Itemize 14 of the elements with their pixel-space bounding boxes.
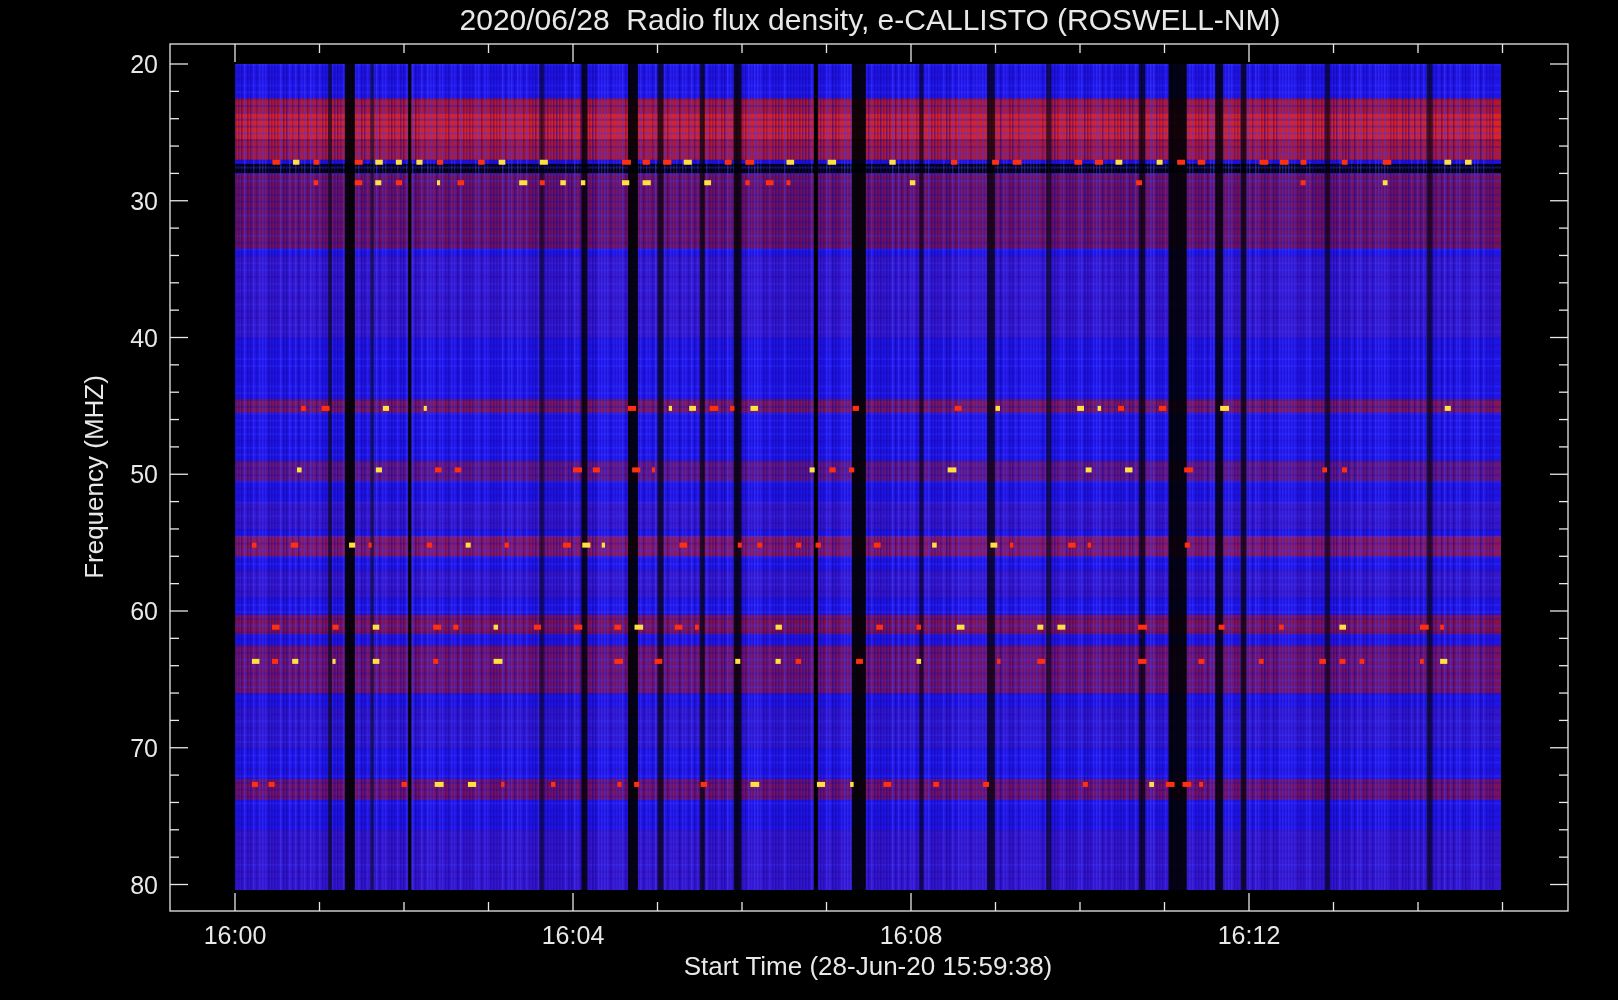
axis-tick-label: 20 <box>130 50 158 78</box>
axis-tick-label: 70 <box>130 733 158 762</box>
axis-tick-label: 40 <box>130 323 158 352</box>
chart-title: 2020/06/28 Radio flux density, e-CALLISTO (ROSWELL-NM) <box>459 3 1281 36</box>
axis-tick-label: 16:00 <box>203 921 267 949</box>
axis-tick-label: 16:08 <box>879 921 943 949</box>
axis-title: Frequency (MHZ) <box>79 375 109 579</box>
axis-tick-label: 30 <box>130 186 158 215</box>
axis-tick-label: 50 <box>130 460 158 489</box>
axis-tick-label: 60 <box>130 597 158 625</box>
axis-tick-label: 16:12 <box>1217 921 1281 949</box>
axis-tick-label: 80 <box>130 870 158 899</box>
axis-title: Start Time (28-Jun-20 15:59:38) <box>683 951 1053 981</box>
axis-tick-label: 16:04 <box>541 921 605 949</box>
